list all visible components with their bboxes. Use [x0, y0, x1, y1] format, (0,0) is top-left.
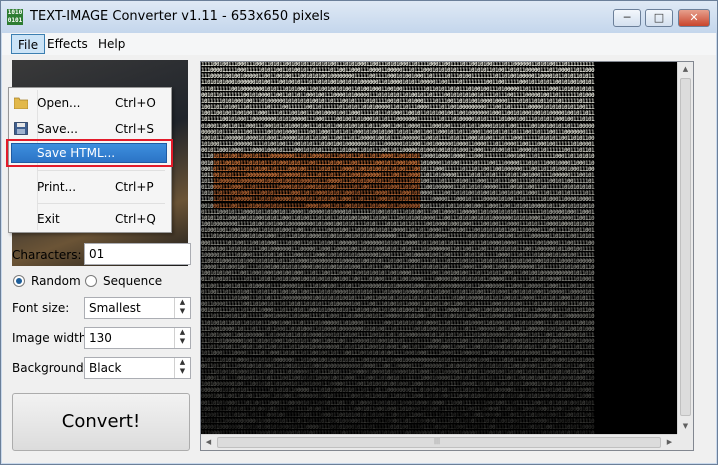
menu-item-open[interactable]: Open... Ctrl+O: [11, 92, 169, 114]
menu-item-print-shortcut: Ctrl+P: [115, 180, 154, 194]
menu-effects[interactable]: Effects: [41, 34, 94, 54]
menu-bar: File Effects Help: [2, 33, 716, 55]
menu-item-print[interactable]: Print... Ctrl+P: [11, 176, 169, 198]
minimize-button[interactable]: ─: [613, 9, 641, 27]
floppy-disk-icon: [14, 122, 28, 135]
menu-separator: [37, 203, 165, 204]
image-width-input[interactable]: 130 ▲ ▼: [84, 327, 191, 349]
background-spinner-icon[interactable]: ▲ ▼: [174, 358, 190, 378]
scroll-corner: [677, 434, 693, 450]
app-icon: 1010 0101: [7, 9, 23, 25]
image-width-label: Image width:: [12, 331, 91, 345]
font-size-spinner-icon[interactable]: ▲ ▼: [174, 298, 190, 318]
font-size-select[interactable]: Smallest ▲ ▼: [84, 297, 191, 319]
scroll-right-icon[interactable]: ▶: [662, 435, 677, 450]
app-window: 1010 0101 TEXT-IMAGE Converter v1.11 - 6…: [0, 0, 718, 465]
convert-button[interactable]: Convert!: [12, 393, 190, 451]
radio-sequence[interactable]: [85, 275, 97, 287]
scroll-grip-icon: |||: [434, 438, 441, 445]
maximize-button[interactable]: □: [645, 9, 673, 27]
background-label: Background:: [12, 361, 88, 375]
highlight-annotation-box: [6, 139, 173, 167]
radio-random[interactable]: [13, 275, 25, 287]
title-bar[interactable]: 1010 0101 TEXT-IMAGE Converter v1.11 - 6…: [1, 1, 717, 33]
menu-item-open-label: Open...: [37, 96, 81, 110]
client-area: File Effects Help Characters: 01 Random …: [2, 33, 716, 463]
font-size-value: Smallest: [89, 301, 141, 315]
image-width-spinner-icon[interactable]: ▲ ▼: [174, 328, 190, 348]
scroll-left-icon[interactable]: ◀: [201, 435, 216, 450]
menu-item-exit-label: Exit: [37, 212, 60, 226]
vertical-scrollbar[interactable]: ▲ ▼: [677, 62, 693, 434]
menu-item-exit-shortcut: Ctrl+Q: [115, 212, 156, 226]
horizontal-scroll-thumb[interactable]: |||: [217, 437, 661, 448]
folder-icon: [14, 97, 28, 109]
radio-random-label: Random: [31, 274, 81, 288]
characters-input[interactable]: 01: [84, 243, 191, 265]
characters-label: Characters:: [12, 248, 82, 262]
menu-item-save-label: Save...: [37, 122, 78, 136]
menu-file[interactable]: File: [11, 34, 46, 54]
background-value: Black: [89, 361, 122, 375]
menu-item-save[interactable]: Save... Ctrl+S: [11, 118, 169, 140]
menu-separator: [37, 170, 165, 171]
font-size-label: Font size:: [12, 301, 70, 315]
radio-sequence-label: Sequence: [103, 274, 163, 288]
menu-item-exit[interactable]: Exit Ctrl+Q: [11, 208, 169, 230]
menu-item-print-label: Print...: [37, 180, 77, 194]
output-text-image: 1111001001110001110001101011001001011010…: [200, 61, 694, 451]
menu-item-open-shortcut: Ctrl+O: [115, 96, 156, 110]
close-button[interactable]: ✕: [678, 9, 710, 27]
horizontal-scrollbar[interactable]: ◀ ||| ▶: [201, 434, 677, 450]
scroll-up-icon[interactable]: ▲: [678, 62, 693, 77]
radio-selected-dot: [16, 278, 22, 284]
background-select[interactable]: Black ▲ ▼: [84, 357, 191, 379]
scroll-down-icon[interactable]: ▼: [678, 419, 693, 434]
binary-text-art: 1111001001110001110001101011001001011010…: [201, 62, 595, 434]
image-width-value: 130: [89, 331, 112, 345]
menu-item-save-shortcut: Ctrl+S: [115, 122, 155, 136]
window-title: TEXT-IMAGE Converter v1.11 - 653x650 pix…: [30, 9, 330, 24]
menu-help[interactable]: Help: [92, 34, 131, 54]
vertical-scroll-thumb[interactable]: [680, 78, 691, 416]
